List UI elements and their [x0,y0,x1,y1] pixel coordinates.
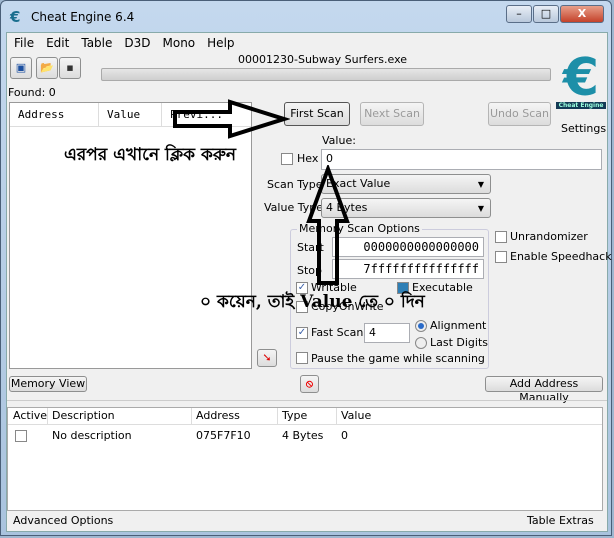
unrandomizer-checkbox[interactable] [495,231,507,243]
splitter[interactable] [7,400,607,404]
row-type: 4 Bytes [282,429,324,442]
menu-d3d[interactable]: D3D [124,36,150,50]
pause-game-label: Pause the game while scanning [311,352,485,365]
menu-file[interactable]: File [14,36,34,50]
scan-progress-bar [101,68,551,81]
menu-table[interactable]: Table [81,36,112,50]
last-digits-label: Last Digits [430,336,489,349]
speedhack-checkbox[interactable] [495,251,507,263]
settings-label[interactable]: Settings [561,122,606,135]
menu-bar: File Edit Table D3D Mono Help [14,36,247,50]
alignment-label: Alignment [430,319,487,332]
row-description[interactable]: No description [48,427,192,445]
next-scan-button[interactable]: Next Scan [360,102,424,126]
column-address[interactable]: Address [192,408,278,424]
first-scan-button[interactable]: First Scan [284,102,350,126]
up-arrow-annotation [306,165,350,285]
speedhack-label: Enable Speedhack [510,250,612,263]
logo-text: Cheat Engine [556,102,606,109]
menu-help[interactable]: Help [207,36,234,50]
column-address[interactable]: Address [10,103,99,126]
save-icon[interactable]: ▪ [59,57,81,79]
maximize-button[interactable]: □ [533,5,559,23]
undo-scan-button[interactable]: Undo Scan [488,102,551,126]
copy-to-table-arrow-icon[interactable]: ➘ [257,349,277,367]
found-count: Found: 0 [8,86,56,99]
active-checkbox[interactable] [15,430,27,442]
stop-icon[interactable]: ⦸ [300,375,319,393]
unrandomizer-label: Unrandomizer [510,230,588,243]
close-button[interactable]: X [560,5,604,23]
row-address: 075F7F10 [196,429,251,442]
value-input[interactable]: 0 [321,149,602,170]
menu-mono[interactable]: Mono [163,36,196,50]
fast-scan-input[interactable]: 4 [364,323,410,343]
menu-edit[interactable]: Edit [46,36,69,50]
minimize-button[interactable]: – [506,5,532,23]
memory-view-button[interactable]: Memory View [9,376,87,392]
column-type[interactable]: Type [278,408,337,424]
process-name: 00001230-Subway Surfers.exe [238,53,408,66]
value-label: Value: [322,134,356,147]
alignment-radio[interactable] [415,320,427,332]
column-value[interactable]: Value [337,408,371,424]
address-table[interactable]: Active Description Address Type Value No… [7,407,603,511]
column-description[interactable]: Description [48,408,192,424]
hex-checkbox[interactable] [281,153,293,165]
column-value[interactable]: Value [99,103,162,126]
advanced-options-link[interactable]: Advanced Options [13,514,113,527]
stop-address-input[interactable]: 7fffffffffffffff [332,259,484,279]
app-icon: € [10,8,21,26]
value-hint-annotation: ০ কয়েন, তাই Value তে ০ দিন [200,292,425,312]
right-arrow-annotation [173,99,290,139]
column-active[interactable]: Active [8,408,48,424]
start-address-input[interactable]: 0000000000000000 [332,237,484,257]
last-digits-radio[interactable] [415,337,427,349]
fast-scan-checkbox[interactable]: ✓ [296,327,308,339]
open-file-icon[interactable]: 📂 [36,57,58,79]
table-row[interactable]: No description 075F7F10 4 Bytes 0 [8,427,602,445]
window-title: Cheat Engine 6.4 [31,10,135,24]
open-process-icon[interactable]: ▣ [10,57,32,79]
cheat-engine-logo[interactable]: € Cheat Engine [556,52,606,116]
table-extras-link[interactable]: Table Extras [527,514,594,527]
add-address-manually-button[interactable]: Add Address Manually [485,376,603,404]
click-here-annotation: এরপর এখানে ক্লিক করুন [64,145,237,165]
hex-label: Hex [297,152,319,165]
fast-scan-label: Fast Scan [311,326,364,339]
pause-game-checkbox[interactable] [296,352,308,364]
row-value[interactable]: 0 [337,427,348,445]
